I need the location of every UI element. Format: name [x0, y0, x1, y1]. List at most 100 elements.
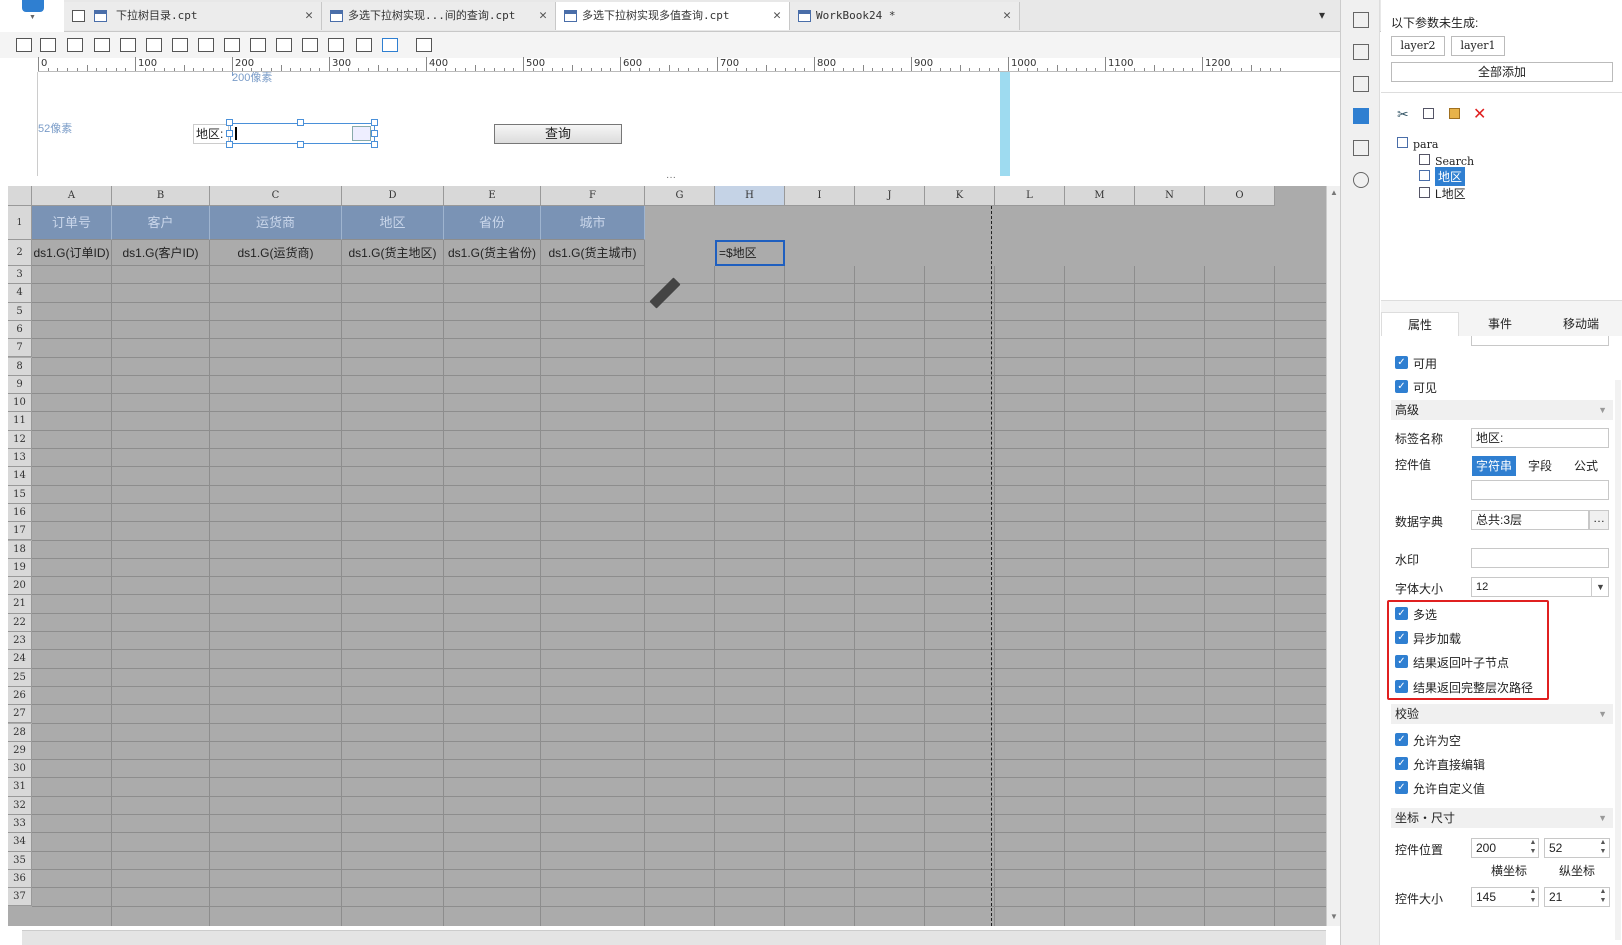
header-cell[interactable]: 客户: [112, 206, 210, 240]
query-button[interactable]: 查询: [494, 124, 622, 144]
visible-checkbox[interactable]: ✓: [1395, 380, 1408, 393]
header-cell[interactable]: 订单号: [32, 206, 112, 240]
advanced-section-header[interactable]: 高级 ▼: [1391, 400, 1613, 420]
control-value-type-field[interactable]: 字段: [1518, 456, 1562, 476]
column-header[interactable]: B: [112, 186, 210, 206]
control-value-type-formula[interactable]: 公式: [1564, 456, 1608, 476]
hyperlink-icon[interactable]: [1353, 172, 1369, 188]
param-layer1-button[interactable]: layer1: [1451, 36, 1505, 56]
row-header[interactable]: 11: [8, 412, 32, 431]
font-size-select[interactable]: 12: [1471, 577, 1609, 597]
row-header[interactable]: 15: [8, 485, 32, 504]
tab-workbook24[interactable]: WorkBook24 * ✕: [790, 2, 1020, 30]
row-header[interactable]: 25: [8, 668, 32, 687]
param-layer2-button[interactable]: layer2: [1391, 36, 1445, 56]
selection-handle[interactable]: [371, 141, 378, 148]
async-load-checkbox[interactable]: ✓: [1395, 631, 1408, 644]
label-name-input[interactable]: 地区:: [1471, 428, 1609, 448]
size-height-spinner[interactable]: ▲ ▼: [1597, 887, 1609, 907]
grid-horizontal-scrollbar[interactable]: [22, 930, 1326, 945]
region-label-widget[interactable]: 地区:: [193, 124, 229, 144]
column-header[interactable]: A: [32, 186, 112, 206]
row-header[interactable]: 26: [8, 686, 32, 706]
column-header[interactable]: O: [1205, 186, 1275, 206]
row-header[interactable]: 21: [8, 595, 32, 614]
row-header[interactable]: 32: [8, 796, 32, 815]
splitter-handle[interactable]: ···: [666, 172, 676, 183]
close-icon[interactable]: ✕: [539, 2, 547, 30]
dropdown-tree-button-icon[interactable]: [352, 126, 371, 141]
column-header[interactable]: D: [342, 186, 444, 206]
tab-dropdown-tree-catalog[interactable]: 下拉树目录.cpt ✕: [64, 2, 322, 30]
selection-handle[interactable]: [297, 141, 304, 148]
position-x-spinner[interactable]: ▲ ▼: [1527, 838, 1539, 858]
enabled-checkbox[interactable]: ✓: [1395, 356, 1408, 369]
frame-widget-icon[interactable]: [16, 38, 32, 52]
tree-node-para[interactable]: para: [1413, 138, 1438, 151]
column-header[interactable]: L: [995, 186, 1065, 206]
row-header[interactable]: 27: [8, 705, 32, 724]
app-logo-icon[interactable]: [22, 0, 44, 12]
tree-node-region-label[interactable]: L地区: [1435, 185, 1466, 202]
row-header[interactable]: 9: [8, 375, 32, 395]
allow-direct-edit-checkbox[interactable]: ✓: [1395, 757, 1408, 770]
column-header[interactable]: H: [715, 186, 785, 206]
widget-library-icon[interactable]: [1353, 12, 1369, 28]
column-header[interactable]: J: [855, 186, 925, 206]
selection-handle[interactable]: [226, 119, 233, 126]
cut-icon[interactable]: ✂: [1397, 106, 1409, 123]
chevron-down-icon[interactable]: ▼: [1330, 912, 1338, 921]
selection-handle[interactable]: [371, 130, 378, 137]
header-cell[interactable]: 地区: [342, 206, 444, 240]
panel-scrollbar[interactable]: [1615, 380, 1621, 940]
column-header[interactable]: N: [1135, 186, 1205, 206]
row-header[interactable]: 34: [8, 833, 32, 852]
row-header[interactable]: 29: [8, 741, 32, 761]
row-header[interactable]: 1 (H): [8, 206, 32, 262]
row-header[interactable]: 30: [8, 760, 32, 779]
row-header[interactable]: 24: [8, 650, 32, 669]
row-header[interactable]: 5: [8, 302, 32, 321]
row-header[interactable]: 8: [8, 357, 32, 376]
tab-list-menu-icon[interactable]: ▾: [1319, 8, 1325, 22]
header-cell[interactable]: 省份: [444, 206, 541, 240]
column-header[interactable]: E: [444, 186, 541, 206]
ellipsis-button[interactable]: …: [1589, 510, 1609, 530]
number-widget-icon[interactable]: [172, 38, 188, 52]
checkbox-group-icon[interactable]: [250, 38, 266, 52]
password-widget-icon[interactable]: [302, 38, 318, 52]
multi-select-checkbox[interactable]: ✓: [1395, 607, 1408, 620]
selected-cell-h2[interactable]: =$地区: [715, 240, 785, 266]
selection-handle[interactable]: [226, 141, 233, 148]
column-header[interactable]: C: [210, 186, 342, 206]
grid-corner[interactable]: [8, 186, 32, 206]
row-header[interactable]: 13: [8, 449, 32, 468]
chevron-down-icon[interactable]: ▼: [1591, 577, 1609, 597]
more-widgets-icon[interactable]: [416, 38, 432, 52]
condition-attribute-icon[interactable]: [1353, 140, 1369, 156]
size-width-spinner[interactable]: ▲ ▼: [1527, 887, 1539, 907]
tab-events[interactable]: 事件: [1461, 312, 1539, 336]
row-header[interactable]: 22: [8, 613, 32, 632]
return-full-path-checkbox[interactable]: ✓: [1395, 680, 1408, 693]
close-icon[interactable]: ✕: [305, 2, 313, 30]
row-header[interactable]: 2: [8, 240, 32, 266]
row-header[interactable]: 6: [8, 320, 32, 340]
row-header[interactable]: 20: [8, 577, 32, 596]
selection-handle[interactable]: [371, 119, 378, 126]
calendar-widget-icon[interactable]: [146, 38, 162, 52]
row-header[interactable]: 4: [8, 284, 32, 303]
data-cell[interactable]: ds1.G(货主地区): [342, 240, 444, 266]
tree-node-region[interactable]: 地区: [1435, 167, 1466, 186]
chevron-up-icon[interactable]: ▲: [1330, 188, 1338, 197]
selection-handle[interactable]: [226, 130, 233, 137]
allow-empty-checkbox[interactable]: ✓: [1395, 733, 1408, 746]
add-all-button[interactable]: 全部添加: [1391, 62, 1613, 82]
textarea-widget-icon[interactable]: [276, 38, 292, 52]
row-header[interactable]: 19: [8, 558, 32, 578]
data-cell[interactable]: ds1.G(客户ID): [112, 240, 210, 266]
column-header[interactable]: K: [925, 186, 995, 206]
label-widget-icon[interactable]: [40, 38, 56, 52]
row-header[interactable]: 16: [8, 503, 32, 523]
row-header[interactable]: 37: [8, 888, 32, 907]
